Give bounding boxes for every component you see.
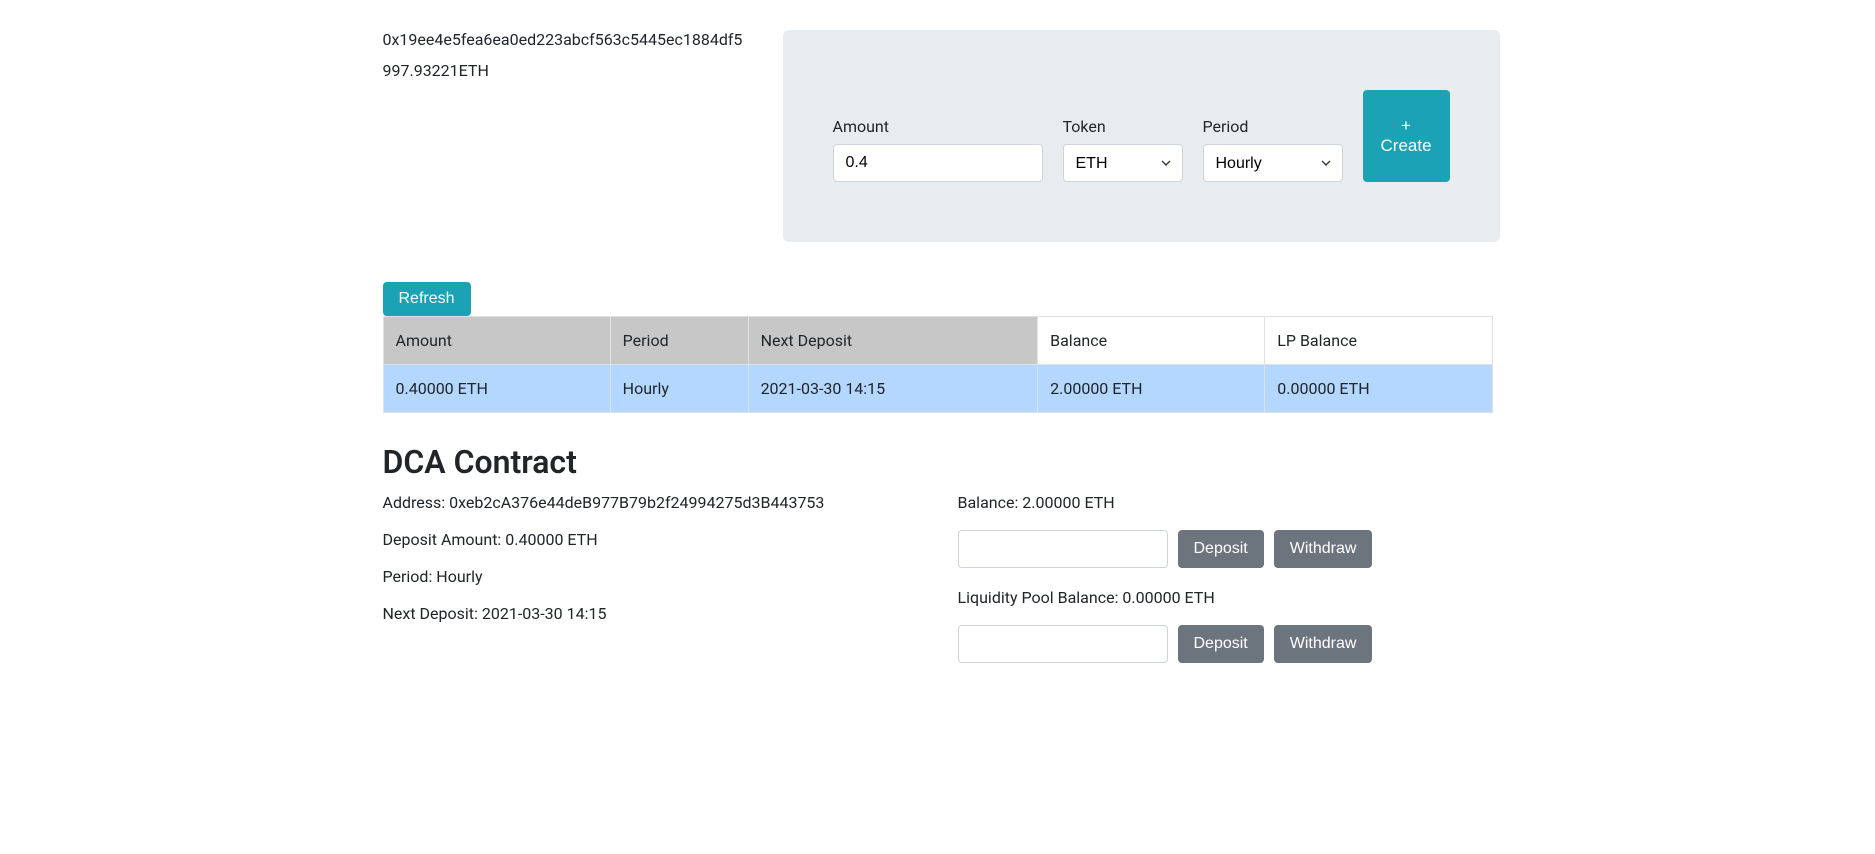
cell-period: Hourly bbox=[610, 365, 748, 413]
lp-deposit-button[interactable]: Deposit bbox=[1178, 625, 1264, 663]
contract-title: DCA Contract bbox=[383, 443, 1493, 481]
balance-withdraw-button[interactable]: Withdraw bbox=[1274, 530, 1373, 568]
col-lp-balance: LP Balance bbox=[1265, 317, 1492, 365]
contract-period: Period: Hourly bbox=[383, 567, 918, 586]
cell-amount: 0.40000 ETH bbox=[383, 365, 610, 413]
contract-next-deposit: Next Deposit: 2021-03-30 14:15 bbox=[383, 604, 918, 623]
balance-deposit-button[interactable]: Deposit bbox=[1178, 530, 1264, 568]
contract-address: Address: 0xeb2cA376e44deB977B79b2f249942… bbox=[383, 493, 918, 512]
create-button[interactable]: + Create bbox=[1363, 90, 1450, 182]
lp-amount-input[interactable] bbox=[958, 625, 1168, 663]
period-label: Period bbox=[1203, 117, 1343, 136]
cell-lp-balance: 0.00000 ETH bbox=[1265, 365, 1492, 413]
lp-withdraw-button[interactable]: Withdraw bbox=[1274, 625, 1373, 663]
wallet-info: 0x19ee4e5fea6ea0ed223abcf563c5445ec1884d… bbox=[383, 30, 753, 242]
col-amount: Amount bbox=[383, 317, 610, 365]
cell-next-deposit: 2021-03-30 14:15 bbox=[748, 365, 1038, 413]
contract-balance: Balance: 2.00000 ETH bbox=[958, 493, 1493, 512]
balance-amount-input[interactable] bbox=[958, 530, 1168, 568]
refresh-button[interactable]: Refresh bbox=[383, 282, 471, 316]
dca-table: Amount Period Next Deposit Balance LP Ba… bbox=[383, 316, 1493, 413]
create-panel: Amount Token ETH Period Hourly + Create bbox=[783, 30, 1500, 242]
wallet-balance: 997.93221ETH bbox=[383, 61, 753, 80]
table-row[interactable]: 0.40000 ETH Hourly 2021-03-30 14:15 2.00… bbox=[383, 365, 1492, 413]
token-label: Token bbox=[1063, 117, 1183, 136]
amount-label: Amount bbox=[833, 117, 1043, 136]
cell-balance: 2.00000 ETH bbox=[1038, 365, 1265, 413]
col-next-deposit: Next Deposit bbox=[748, 317, 1038, 365]
contract-section: DCA Contract Address: 0xeb2cA376e44deB97… bbox=[383, 443, 1493, 683]
col-period: Period bbox=[610, 317, 748, 365]
wallet-address: 0x19ee4e5fea6ea0ed223abcf563c5445ec1884d… bbox=[383, 30, 753, 49]
period-select[interactable]: Hourly bbox=[1203, 144, 1343, 182]
col-balance: Balance bbox=[1038, 317, 1265, 365]
contract-deposit-amount: Deposit Amount: 0.40000 ETH bbox=[383, 530, 918, 549]
amount-input[interactable] bbox=[833, 144, 1043, 182]
contract-lp-balance: Liquidity Pool Balance: 0.00000 ETH bbox=[958, 588, 1493, 607]
token-select[interactable]: ETH bbox=[1063, 144, 1183, 182]
